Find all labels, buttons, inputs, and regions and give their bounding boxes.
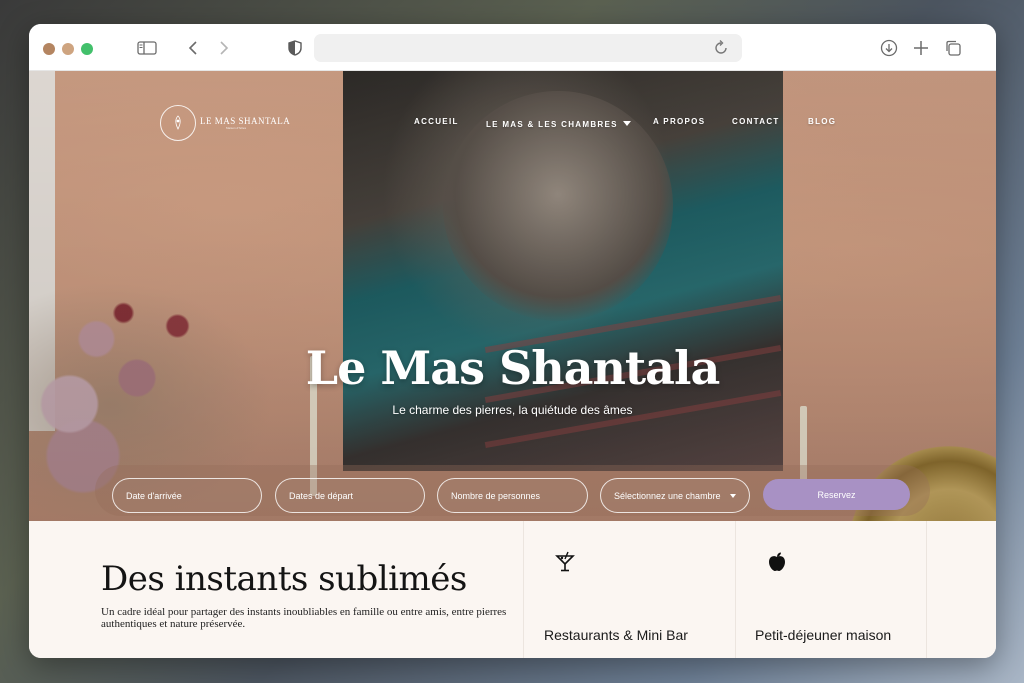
intro-section: Des instants sublimés Un cadre idéal pou… [29,521,996,658]
nav-item-le-mas-chambres[interactable]: LE MAS & LES CHAMBRES [486,120,631,129]
departure-date-field[interactable]: Dates de départ [275,478,425,513]
address-bar[interactable] [314,34,742,62]
zoom-window-button[interactable] [81,43,93,55]
download-icon[interactable] [878,37,900,59]
privacy-shield-icon[interactable] [284,37,306,59]
chevron-down-icon [622,121,631,126]
hero-title: Le Mas Shantala [305,341,721,395]
room-select[interactable]: Sélectionnez une chambre [600,478,750,513]
room-select-value: Sélectionnez une chambre [614,490,721,501]
chevron-down-icon [730,494,736,498]
section-title: Des instants sublimés [101,559,467,599]
browser-window: LE MAS SHANTALA Maison d'hôtes ACCUEIL L… [29,24,996,658]
nav-item-contact[interactable]: CONTACT [732,117,780,126]
departure-date-placeholder: Dates de départ [289,490,354,501]
close-window-button[interactable] [43,43,55,55]
nav-item-le-mas-chambres-label: LE MAS & LES CHAMBRES [486,120,618,129]
main-navigation: ACCUEIL LE MAS & LES CHAMBRES A PROPOS C… [29,117,996,131]
arrival-date-placeholder: Date d'arrivée [126,490,182,501]
nav-item-accueil[interactable]: ACCUEIL [414,117,459,126]
nav-item-blog[interactable]: BLOG [808,117,836,126]
sidebar-toggle-icon[interactable] [136,37,158,59]
back-icon[interactable] [182,37,204,59]
section-description: Un cadre idéal pour partager des instant… [101,606,507,630]
reload-icon[interactable] [712,39,730,57]
hero-section: LE MAS SHANTALA Maison d'hôtes ACCUEIL L… [29,71,996,521]
nav-item-a-propos[interactable]: A PROPOS [653,117,705,126]
feature-card-breakfast: Petit-déjeuner maison [735,521,927,658]
guests-field[interactable]: Nombre de personnes [437,478,588,513]
reserve-button[interactable]: Reservez [763,479,910,510]
feature-label: Petit-déjeuner maison [755,627,892,643]
arrival-date-field[interactable]: Date d'arrivée [112,478,262,513]
guests-placeholder: Nombre de personnes [451,490,541,501]
forward-icon[interactable] [213,37,235,59]
new-tab-icon[interactable] [910,37,932,59]
tab-overview-icon[interactable] [942,37,964,59]
feature-card-restaurant: Restaurants & Mini Bar [523,521,715,658]
apple-icon [769,552,785,571]
minimize-window-button[interactable] [62,43,74,55]
hero-subtitle: Le charme des pierres, la quiétude des â… [392,403,633,417]
cocktail-icon [555,551,575,572]
browser-toolbar [29,24,996,71]
feature-label: Restaurants & Mini Bar [544,627,688,643]
